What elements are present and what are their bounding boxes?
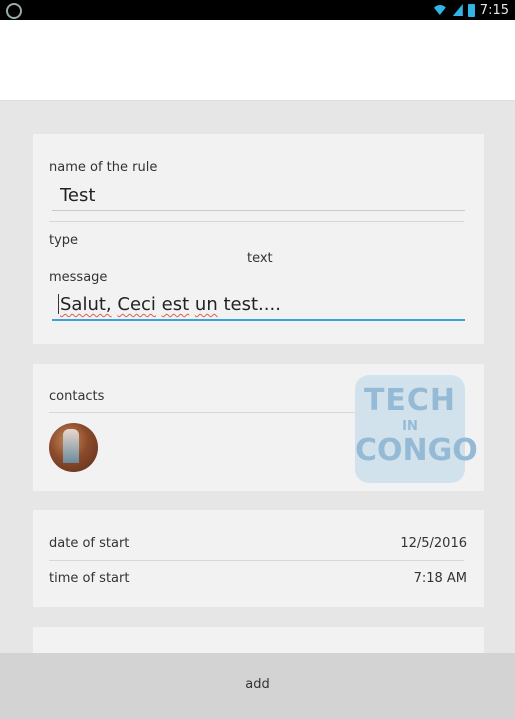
- rule-name-value[interactable]: Test: [60, 185, 95, 206]
- watermark-line: CONGO: [355, 433, 478, 468]
- contacts-label: contacts: [49, 389, 105, 404]
- message-word: test....: [223, 294, 281, 315]
- time-of-start-value[interactable]: 7:18 AM: [414, 571, 467, 586]
- contact-avatar[interactable]: [49, 423, 98, 472]
- app-bar: [0, 20, 515, 101]
- message-word: Ceci: [117, 294, 156, 315]
- watermark-line: TECH: [363, 383, 457, 418]
- date-of-start-label: date of start: [49, 536, 130, 551]
- name-divider: [49, 221, 464, 222]
- status-bar: 7:15: [0, 0, 515, 20]
- whatsapp-icon: [6, 3, 22, 19]
- text-cursor: [58, 294, 59, 314]
- message-value[interactable]: Salut, Ceci est un test....: [60, 294, 281, 315]
- message-word: est: [161, 294, 190, 315]
- message-word: Salut,: [60, 294, 112, 315]
- message-field[interactable]: Salut, Ceci est un test....: [52, 290, 465, 321]
- battery-icon: [467, 3, 475, 17]
- type-label: type: [49, 233, 79, 248]
- status-time: 7:15: [479, 2, 509, 18]
- message-label: message: [49, 270, 108, 285]
- schedule-divider: [49, 560, 464, 561]
- add-button-label: add: [245, 677, 270, 692]
- rule-name-label: name of the rule: [49, 160, 158, 175]
- signal-icon: [452, 4, 463, 16]
- rule-name-field[interactable]: Test: [52, 181, 465, 211]
- next-card: [33, 627, 484, 653]
- message-word: un: [194, 294, 218, 315]
- watermark-line: IN: [402, 419, 418, 434]
- time-of-start-label: time of start: [49, 571, 130, 586]
- add-button[interactable]: add: [0, 653, 515, 719]
- schedule-card: [33, 510, 484, 607]
- status-icons: 7:15: [431, 2, 509, 18]
- tech-in-congo-watermark: TECH IN CONGO: [355, 375, 478, 483]
- date-of-start-value[interactable]: 12/5/2016: [400, 536, 467, 551]
- wifi-icon: [431, 5, 448, 15]
- type-value[interactable]: text: [247, 251, 273, 266]
